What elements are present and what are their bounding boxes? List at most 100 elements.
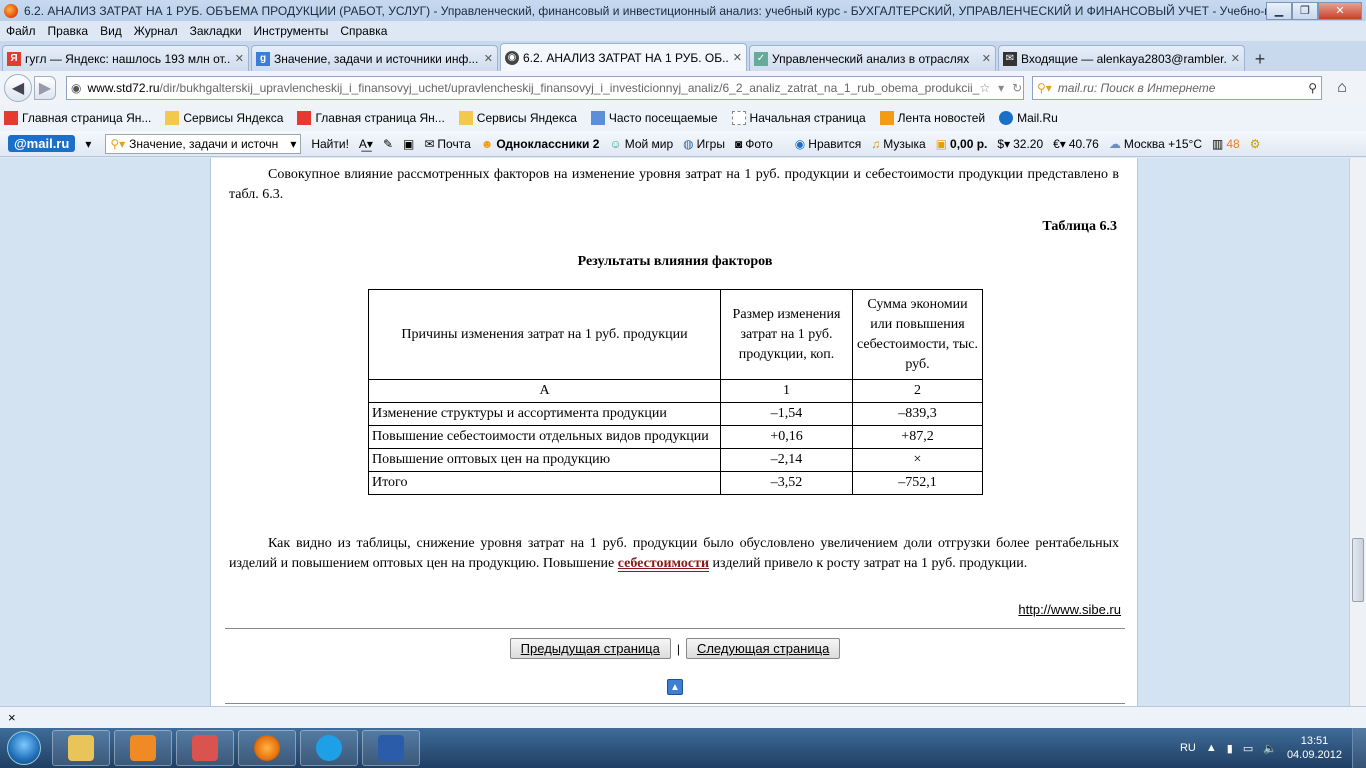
bookmark-item[interactable]: Mail.Ru	[999, 111, 1058, 125]
bookmark-item[interactable]: Лента новостей	[879, 111, 985, 125]
odnoklassniki-link[interactable]: ☻ Одноклассники 2	[481, 137, 600, 151]
traffic-link[interactable]: ▥ 48	[1212, 137, 1240, 151]
close-tab-icon[interactable]: ✕	[235, 52, 244, 65]
prev-page-button[interactable]: Предыдущая страница	[509, 638, 671, 659]
menu-edit[interactable]: Правка	[48, 24, 89, 38]
menu-bookmarks[interactable]: Закладки	[190, 24, 242, 38]
tab-yandex[interactable]: Я гугл — Яндекс: нашлось 193 млн от... ✕	[2, 45, 249, 71]
dropdown-icon[interactable]: ▾	[85, 137, 91, 151]
mail-link[interactable]: ✉ Почта	[424, 137, 470, 151]
clock[interactable]: 13:51 04.09.2012	[1287, 734, 1342, 762]
clock-date: 04.09.2012	[1286, 749, 1342, 761]
home-icon[interactable]: ⌂	[1330, 76, 1354, 100]
page-icon	[731, 111, 746, 125]
music-link[interactable]: ♫ Музыка	[871, 137, 925, 151]
site-identity-icon[interactable]: ◉	[71, 81, 81, 95]
table-cell: А	[368, 379, 721, 403]
mailru-search-input[interactable]: ⚲▾ Значение, задачи и источн ▾	[105, 133, 302, 154]
cost-link[interactable]: себестоимости	[617, 556, 710, 572]
photo-link[interactable]: ◙ Фото	[735, 137, 773, 151]
scrollbar-thumb[interactable]	[1352, 538, 1364, 602]
bookmark-item[interactable]: Главная страница Ян...	[297, 111, 445, 125]
like-link[interactable]: ◉ Нравится	[795, 137, 861, 151]
taskbar-explorer[interactable]	[52, 730, 110, 766]
taskbar-skype[interactable]	[300, 730, 358, 766]
close-tab-icon[interactable]: ✕	[1231, 52, 1240, 65]
battery-icon[interactable]: ▭	[1243, 742, 1253, 755]
tab-znachenie[interactable]: g Значение, задачи и источники инф... ✕	[251, 45, 498, 71]
source-link[interactable]: http://www.sibe.ru	[1018, 602, 1121, 617]
tab-inbox[interactable]: ✉ Входящие — alenkaya2803@rambler.... ✕	[998, 45, 1245, 71]
bookmark-item[interactable]: Сервисы Яндекса	[165, 111, 283, 125]
usd-rate[interactable]: $▾ 32.20	[997, 137, 1043, 151]
url-site: www.std72.ru	[87, 81, 160, 95]
minimize-button[interactable]: ▁	[1266, 1, 1292, 20]
close-findbar-icon[interactable]: ×	[8, 710, 16, 725]
find-button[interactable]: Найти!	[311, 137, 349, 151]
close-tab-icon[interactable]: ✕	[982, 52, 991, 65]
forward-button[interactable]: ▶	[34, 76, 56, 100]
taskbar-media-player[interactable]	[114, 730, 172, 766]
bookmark-item[interactable]: Сервисы Яндекса	[458, 111, 577, 125]
tab-label: гугл — Яндекс: нашлось 193 млн от...	[25, 51, 231, 66]
reload-icon[interactable]: ↻	[1012, 81, 1022, 95]
menu-help[interactable]: Справка	[340, 24, 387, 38]
back-button[interactable]: ◀	[4, 74, 32, 102]
bookmark-item[interactable]: Часто посещаемые	[590, 111, 718, 125]
restore-button[interactable]: ❐	[1292, 1, 1318, 20]
next-page-button[interactable]: Следующая страница	[685, 638, 841, 659]
eur-rate[interactable]: €▾ 40.76	[1053, 137, 1099, 151]
highlight-icon[interactable]: ✎	[383, 137, 393, 151]
font-icon[interactable]: A͟▾	[359, 137, 373, 151]
yandex-icon	[4, 111, 18, 125]
weather-link[interactable]: ☁ Москва +15°C	[1109, 137, 1202, 151]
table-number: Таблица 6.3	[1042, 219, 1117, 234]
menu-tools[interactable]: Инструменты	[254, 24, 329, 38]
window-title: 6.2. АНАЛИЗ ЗАТРАТ НА 1 РУБ. ОБЪЕМА ПРОД…	[24, 3, 1266, 18]
page-scrollbar[interactable]	[1349, 158, 1366, 706]
tab-upravlencheskij[interactable]: ✓ Управленческий анализ в отраслях ✕	[749, 45, 996, 71]
network-icon[interactable]: ▮	[1227, 742, 1233, 755]
tab-analiz-active[interactable]: ◉ 6.2. АНАЛИЗ ЗАТРАТ НА 1 РУБ. ОБ... ✕	[500, 43, 747, 71]
dropdown-icon[interactable]: ▾	[998, 81, 1004, 95]
search-icon[interactable]: ⚲	[1308, 81, 1317, 95]
bookmark-star-icon[interactable]: ☆	[979, 81, 990, 95]
traffic-icon: ▥	[1211, 136, 1224, 151]
search-engine-icon[interactable]: ⚲▾	[1037, 81, 1052, 95]
menu-history[interactable]: Журнал	[134, 24, 178, 38]
table-cell: ×	[852, 448, 983, 472]
moj-mir-link[interactable]: ☺ Мой мир	[609, 137, 673, 151]
close-window-button[interactable]: ✕	[1318, 1, 1362, 20]
ok-icon: ☻	[480, 136, 494, 151]
dollar-icon: $▾	[997, 136, 1011, 151]
taskbar-word[interactable]	[362, 730, 420, 766]
show-desktop-button[interactable]	[1352, 728, 1366, 768]
search-input[interactable]: ⚲▾ mail.ru: Поиск в Интернете ⚲	[1032, 76, 1322, 100]
new-tab-button[interactable]: +	[1247, 47, 1273, 71]
search-engine-icon: ⚲▾	[110, 136, 126, 151]
close-tab-icon[interactable]: ✕	[733, 51, 742, 64]
start-button[interactable]	[0, 728, 48, 768]
language-indicator[interactable]: RU	[1180, 742, 1196, 754]
mailru-logo[interactable]: @mail.ru	[8, 135, 76, 152]
cloud-icon: ☁	[1108, 136, 1121, 151]
dropdown-icon[interactable]: ▾	[290, 137, 296, 151]
page-icon[interactable]: ▣	[403, 137, 414, 151]
url-input[interactable]: ◉ www.std72.ru /dir/bukhgalterskij_uprav…	[66, 76, 1024, 100]
wallet-link[interactable]: ▣ 0,00 р.	[936, 137, 988, 151]
bookmark-item[interactable]: Начальная страница	[731, 111, 866, 125]
tray-arrow-icon[interactable]: ▲	[1206, 742, 1217, 754]
menu-file[interactable]: Файл	[6, 24, 36, 38]
gear-icon[interactable]: ⚙	[1250, 137, 1261, 151]
volume-icon[interactable]: 🔈	[1263, 742, 1277, 755]
bookmark-item[interactable]: Главная страница Ян...	[4, 111, 151, 125]
folder-icon	[165, 111, 180, 125]
menu-view[interactable]: Вид	[100, 24, 122, 38]
tab-label: Входящие — alenkaya2803@rambler....	[1021, 51, 1227, 66]
taskbar-firefox[interactable]	[238, 730, 296, 766]
web-page: Совокупное влияние рассмотренных факторо…	[0, 158, 1366, 706]
close-tab-icon[interactable]: ✕	[484, 52, 493, 65]
taskbar-app[interactable]	[176, 730, 234, 766]
scroll-to-top-button[interactable]: ▲	[667, 679, 683, 695]
games-link[interactable]: ◍ Игры	[683, 137, 725, 151]
